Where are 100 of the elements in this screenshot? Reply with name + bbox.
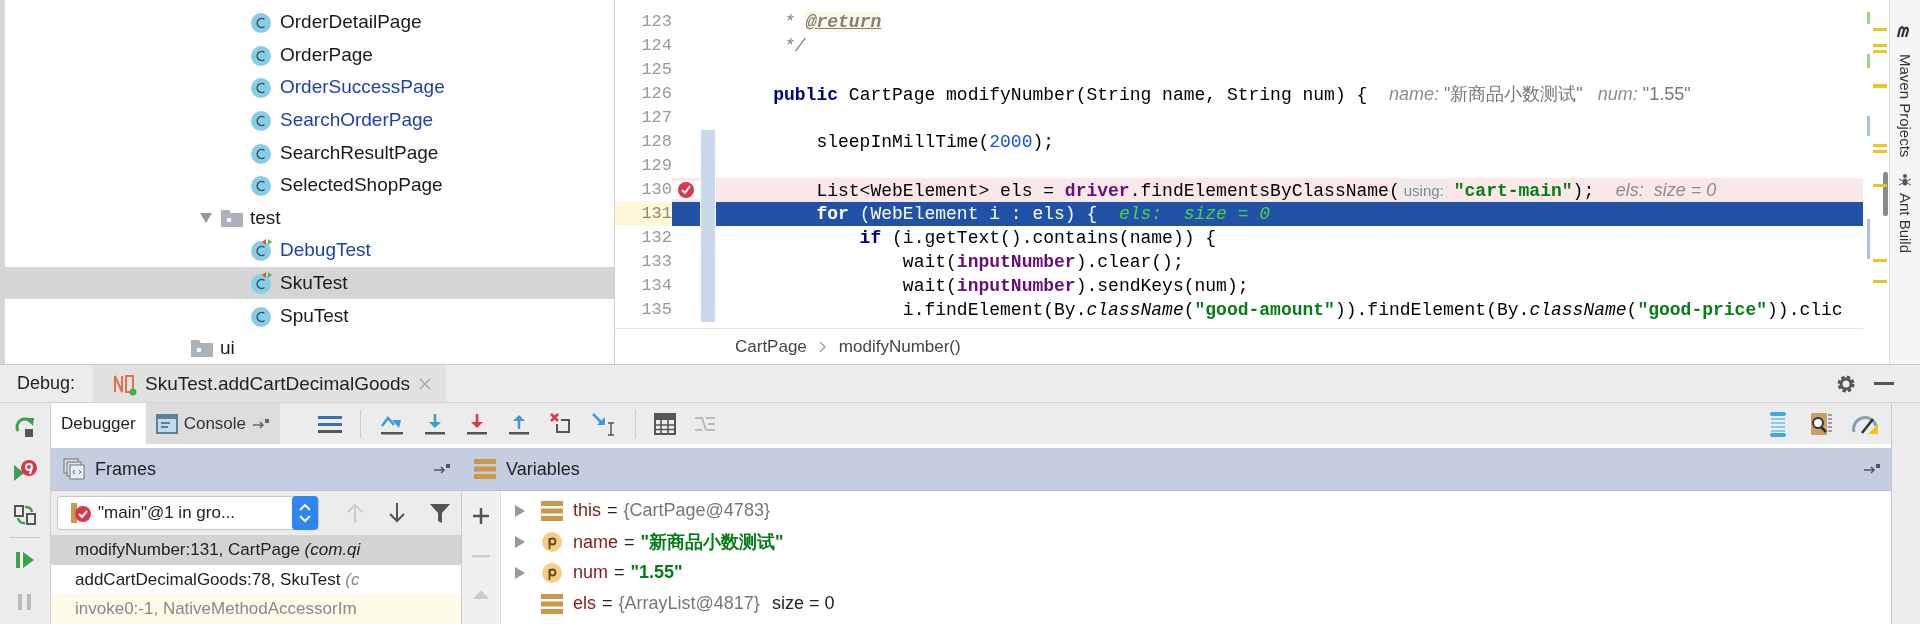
variable-entry[interactable]: this = {CartPage@4783}: [573, 500, 770, 521]
expand-arrow-icon[interactable]: [514, 534, 526, 549]
class-icon: [250, 75, 274, 100]
class-icon: [250, 10, 274, 35]
thread-icon: [68, 501, 92, 525]
code-text: sleepInMillTime(2000);: [815, 132, 1055, 152]
line-number: 134: [640, 275, 672, 297]
line-number: 124: [640, 35, 672, 57]
calculator-icon[interactable]: [654, 412, 677, 435]
tool-window-button[interactable]: Ant Build: [1896, 193, 1914, 254]
console-icon: [155, 413, 178, 434]
filter-icon[interactable]: [429, 502, 451, 524]
tree-item-label: OrderDetailPage: [280, 11, 422, 34]
code-text: */: [783, 36, 806, 56]
breadcrumb-item[interactable]: modifyNumber(): [838, 336, 961, 357]
line-number: 127: [640, 107, 672, 129]
panel-title: Debug:: [17, 373, 76, 394]
code-text: wait(inputNumber).sendKeys(num);: [901, 276, 1249, 296]
test-class-icon: [250, 238, 274, 263]
stack-frame[interactable]: addCartDecimalGoods:78, SkuTest (c: [51, 564, 461, 595]
code-text: wait(inputNumber).clear();: [901, 252, 1184, 272]
tree-item-label: ui: [220, 337, 235, 360]
tree-item[interactable]: DebugTest: [5, 234, 614, 267]
code-text: if (i.getText().contains(name)) {: [858, 228, 1217, 248]
stack-frame[interactable]: modifyNumber:131, CartPage (com.qi: [51, 535, 461, 565]
breakpoint-icon[interactable]: [677, 181, 695, 199]
frames-icon: [63, 458, 85, 480]
folder-icon: [220, 207, 244, 228]
tree-item-label: SkuTest: [280, 272, 348, 295]
variable-entry[interactable]: name = "新商品小数测试": [573, 529, 784, 554]
line-number: 123: [640, 11, 672, 33]
tree-item[interactable]: OrderPage: [5, 38, 614, 72]
add-icon[interactable]: [472, 507, 490, 525]
tree-item[interactable]: SelectedShopPage: [5, 168, 614, 202]
breakpoints-icon[interactable]: [12, 459, 38, 483]
step-into-icon[interactable]: [423, 411, 448, 436]
class-icon: [250, 173, 274, 198]
test-class-icon: [250, 271, 274, 296]
change-marker: [701, 298, 715, 322]
panel-tab[interactable]: Console: [145, 403, 281, 444]
tree-item-label: OrderSuccessPage: [280, 76, 445, 99]
parameter-icon: [541, 561, 563, 584]
session-tab[interactable]: SkuTest.addCartDecimalGoods: [93, 365, 447, 402]
tool-window-button[interactable]: Maven Projects: [1896, 54, 1914, 158]
tree-item[interactable]: OrderDetailPage: [5, 6, 614, 39]
rerun-icon[interactable]: [13, 415, 37, 439]
variable-entry[interactable]: num = "1.55": [573, 562, 683, 583]
expand-arrow-icon[interactable]: [514, 565, 526, 580]
pin-icon[interactable]: [433, 463, 451, 475]
tree-item[interactable]: SearchResultPage: [5, 136, 614, 169]
line-number: 133: [640, 251, 672, 273]
line-number: 132: [640, 227, 672, 249]
tree-item[interactable]: SpuTest: [5, 299, 614, 332]
line-number: 129: [640, 155, 672, 177]
tree-item-label: test: [250, 206, 281, 229]
change-marker: [701, 130, 715, 154]
stepper-icon: [292, 496, 318, 530]
parameter-icon: [541, 530, 563, 553]
line-number: 125: [640, 59, 672, 81]
down-arrow-icon[interactable]: [387, 502, 407, 524]
line-number: 130: [615, 178, 672, 202]
code-text: public CartPage modifyNumber(String name, String num) { name: "新商品小数测试" num: "1.55": [772, 83, 1691, 106]
tree-item-label: DebugTest: [280, 239, 371, 262]
code-text: for (WebElement i : els) { els: size = 0: [815, 204, 1272, 224]
ant-icon: [1898, 173, 1912, 188]
force-step-into-icon[interactable]: [465, 411, 490, 436]
line-number: 128: [640, 131, 672, 153]
expand-arrow-icon[interactable]: [514, 503, 526, 518]
restore-layout-icon[interactable]: [13, 503, 37, 527]
menu-icon[interactable]: [318, 414, 343, 433]
tree-item[interactable]: SearchOrderPage: [5, 103, 614, 137]
variables-icon: [474, 459, 496, 479]
settings-icon[interactable]: [1836, 373, 1856, 394]
breadcrumb-item[interactable]: CartPage: [735, 336, 807, 357]
tree-item[interactable]: SkuTest: [5, 266, 614, 300]
pin-icon[interactable]: [1863, 463, 1881, 475]
field-icon: [541, 500, 563, 521]
stack-frame[interactable]: invoke0:-1, NativeMethodAccessorIm: [51, 594, 461, 624]
thread-dropdown[interactable]: "main"@1 in gro...: [57, 496, 319, 530]
folder-icon: [190, 338, 214, 359]
tree-item[interactable]: ui: [5, 331, 614, 365]
session-tab-label: SkuTest.addCartDecimalGoods: [145, 372, 411, 395]
minimize-icon[interactable]: [1874, 381, 1894, 386]
expanded-arrow-icon[interactable]: [199, 211, 213, 224]
tree-item[interactable]: OrderSuccessPage: [5, 71, 614, 104]
chevron-icon: [818, 340, 827, 353]
variable-entry[interactable]: els = {ArrayList@4817} size = 0: [573, 593, 835, 614]
tree-item[interactable]: test: [5, 201, 614, 235]
line-number: 126: [640, 83, 672, 105]
tree-item-label: OrderPage: [280, 43, 373, 66]
tree-item-label: SearchResultPage: [280, 141, 439, 164]
field-icon: [541, 593, 563, 614]
panel-tab[interactable]: Debugger: [51, 403, 146, 444]
tree-item-label: SelectedShopPage: [280, 174, 443, 197]
code-text: i.findElement(By.className("good-amount")).findElement(By.className("good-price")).clic: [901, 300, 1843, 320]
tree-item-label: SearchOrderPage: [280, 109, 434, 132]
panel-title: Variables: [506, 458, 580, 480]
panel-title: Frames: [95, 458, 156, 480]
pin-icon[interactable]: [252, 417, 271, 430]
tree-item-label: SpuTest: [280, 304, 349, 327]
